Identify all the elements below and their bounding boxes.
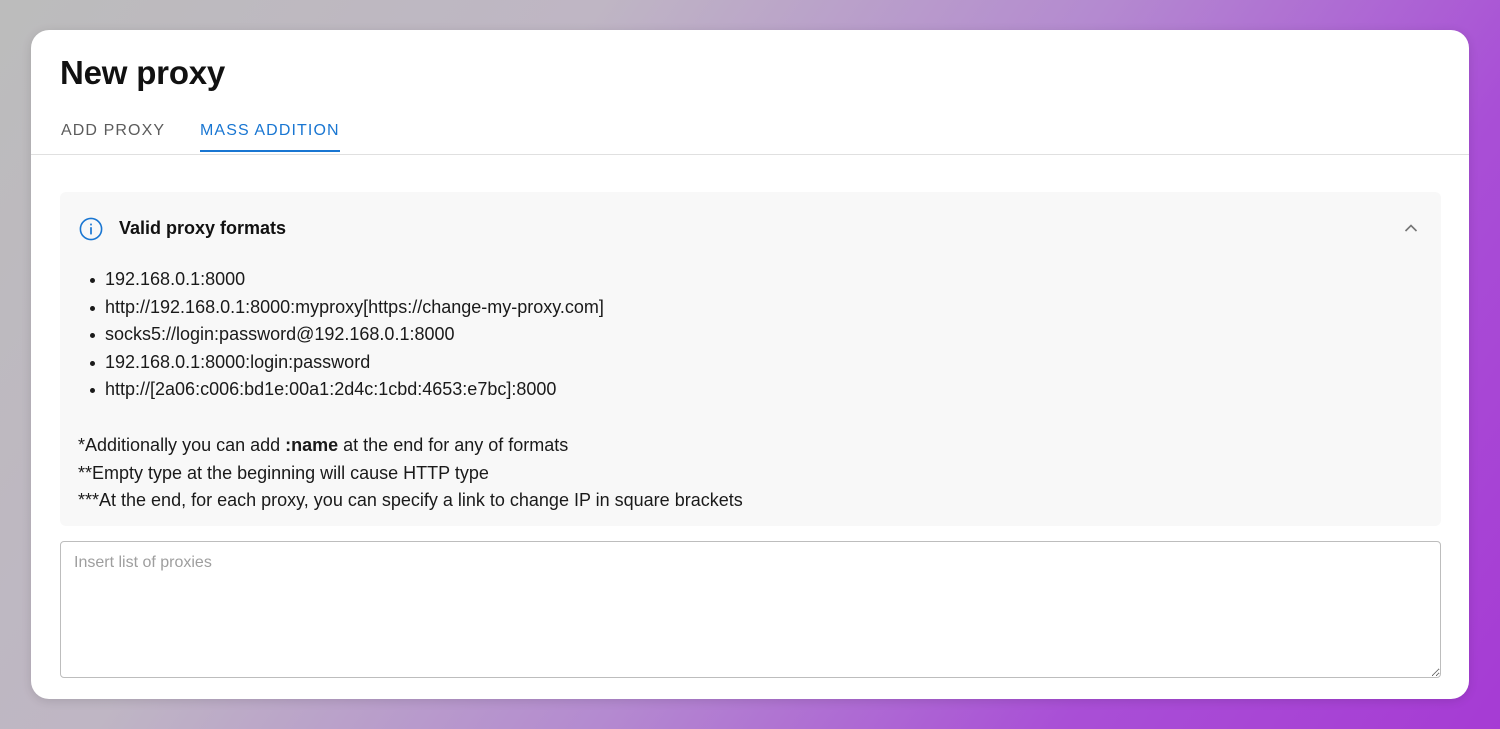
new-proxy-dialog: New proxy ADD PROXY MASS ADDITION Valid …	[31, 30, 1469, 699]
note-name-suffix: *Additionally you can add :name at the e…	[78, 432, 743, 460]
proxy-list-input[interactable]	[60, 541, 1441, 678]
tab-add-proxy[interactable]: ADD PROXY	[61, 118, 165, 152]
list-item: 192.168.0.1:8000:login:password	[90, 349, 604, 377]
valid-formats-title: Valid proxy formats	[119, 218, 287, 238]
dialog-title: New proxy	[60, 54, 226, 91]
note-empty-type: **Empty type at the beginning will cause…	[78, 462, 489, 483]
list-item: socks5://login:password@192.168.0.1:8000	[90, 321, 604, 349]
note-name-prefix: *Additionally you can add	[78, 435, 286, 455]
chevron-up-icon[interactable]	[1403, 220, 1419, 236]
formats-list: 192.168.0.1:8000 http://192.168.0.1:8000…	[90, 266, 604, 404]
valid-formats-panel: Valid proxy formats 192.168.0.1:8000 htt…	[60, 192, 1441, 526]
note-name-rest: at the end for any of formats	[338, 435, 569, 455]
list-item: http://192.168.0.1:8000:myproxy[https://…	[90, 294, 604, 322]
valid-formats-header[interactable]: Valid proxy formats	[60, 192, 1441, 264]
info-icon	[79, 217, 103, 241]
note-change-ip-link: ***At the end, for each proxy, you can s…	[78, 490, 743, 511]
tab-bar: ADD PROXY MASS ADDITION	[31, 118, 1469, 155]
note-name-keyword: :name	[285, 435, 339, 455]
list-item: http://[2a06:c006:bd1e:00a1:2d4c:1cbd:46…	[90, 376, 604, 404]
format-notes: *Additionally you can add :name at the e…	[78, 432, 743, 515]
tab-mass-addition[interactable]: MASS ADDITION	[200, 118, 340, 152]
list-item: 192.168.0.1:8000	[90, 266, 604, 294]
